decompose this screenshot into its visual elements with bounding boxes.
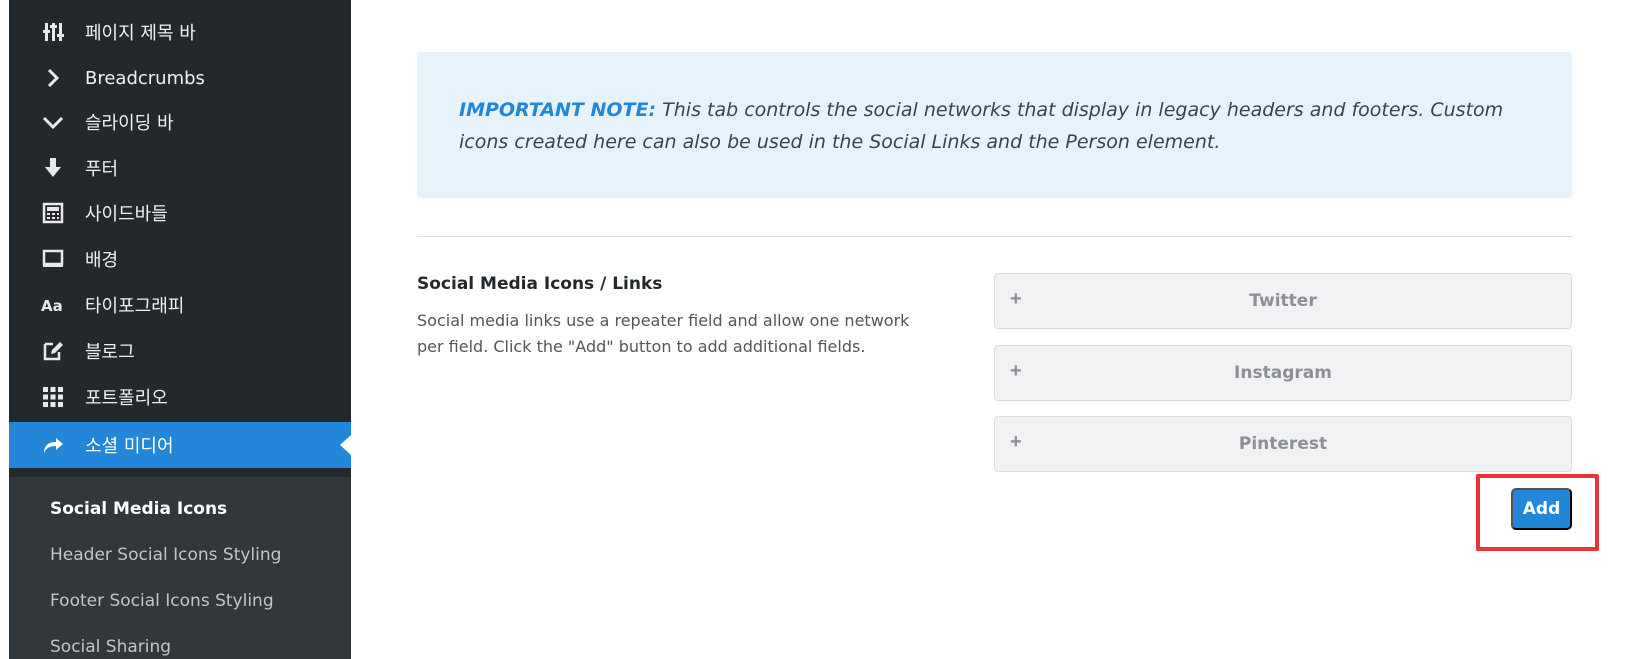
monitor-icon (41, 247, 65, 271)
grid-icon (41, 385, 65, 409)
section-title: Social Media Icons / Links (417, 274, 663, 294)
section-description: Social media links use a repeater field … (417, 311, 910, 356)
sidebar-item-label: 푸터 (85, 159, 119, 180)
sidebar-item-sliding-bar[interactable]: 슬라이딩 바 (9, 99, 351, 145)
arrow-down-icon (41, 156, 65, 180)
important-note-text: IMPORTANT NOTE: This tab controls the so… (459, 94, 1519, 158)
sidebar-item-background[interactable]: 배경 (9, 236, 351, 282)
repeater-row-instagram[interactable]: + Instagram (994, 345, 1572, 401)
submenu-item-footer-social-icons-styling[interactable]: Footer Social Icons Styling (50, 591, 274, 611)
sidebar-item-label: 페이지 제목 바 (85, 23, 196, 44)
sidebar-item-portfolio[interactable]: 포트폴리오 (9, 374, 351, 420)
social-media-submenu: Social Media Icons Header Social Icons S… (9, 477, 351, 659)
sidebar-item-label: 슬라이딩 바 (85, 113, 174, 134)
sidebar-item-label: 사이드바들 (85, 204, 168, 225)
important-note-label: IMPORTANT NOTE: (459, 99, 657, 121)
typography-icon: Aa (41, 293, 65, 317)
sidebar-item-page-title-bar[interactable]: 페이지 제목 바 (9, 9, 351, 55)
sidebar-item-label: 배경 (85, 250, 119, 271)
chevron-down-icon (41, 110, 65, 134)
sidebar-layout-icon (41, 201, 65, 225)
section-divider (417, 236, 1572, 237)
sidebar-item-label: 블로그 (85, 342, 135, 363)
submenu-item-social-sharing[interactable]: Social Sharing (50, 637, 171, 657)
repeater-row-label: Instagram (1234, 363, 1332, 383)
sidebar-item-typography[interactable]: Aa 타이포그래피 (9, 282, 351, 328)
submenu-item-social-media-icons[interactable]: Social Media Icons (50, 499, 227, 519)
important-note-box: IMPORTANT NOTE: This tab controls the so… (417, 52, 1572, 198)
repeater-row-label: Pinterest (1238, 434, 1328, 454)
chevron-right-icon (41, 66, 65, 90)
sidebar-item-breadcrumbs[interactable]: Breadcrumbs (9, 55, 351, 101)
svg-text:Aa: Aa (41, 297, 63, 315)
sidebar-item-label: 포트폴리오 (85, 388, 168, 409)
sidebar-item-footer[interactable]: 푸터 (9, 145, 351, 191)
app: 페이지 제목 바 Breadcrumbs 슬라이딩 바 푸터 사이드바들 배경 … (0, 0, 1640, 659)
sliders-icon (41, 20, 65, 44)
repeater-row-twitter[interactable]: + Twitter (994, 273, 1572, 329)
sidebar-item-label: 소셜 미디어 (85, 436, 174, 457)
add-button[interactable]: Add (1511, 488, 1572, 530)
sidebar-item-sidebars[interactable]: 사이드바들 (9, 190, 351, 236)
repeater-row-label: Twitter (1249, 291, 1317, 311)
sidebar-item-social-media[interactable]: 소셜 미디어 (9, 422, 351, 468)
sidebar-item-label: Breadcrumbs (85, 67, 205, 89)
repeater-row-pinterest[interactable]: + Pinterest (994, 416, 1572, 472)
edit-icon (41, 339, 65, 363)
submenu-item-header-social-icons-styling[interactable]: Header Social Icons Styling (50, 545, 281, 565)
sidebar-item-label: 타이포그래피 (85, 296, 185, 317)
sidebar-item-blog[interactable]: 블로그 (9, 328, 351, 374)
sidebar: 페이지 제목 바 Breadcrumbs 슬라이딩 바 푸터 사이드바들 배경 … (9, 0, 351, 659)
share-icon (41, 433, 65, 457)
